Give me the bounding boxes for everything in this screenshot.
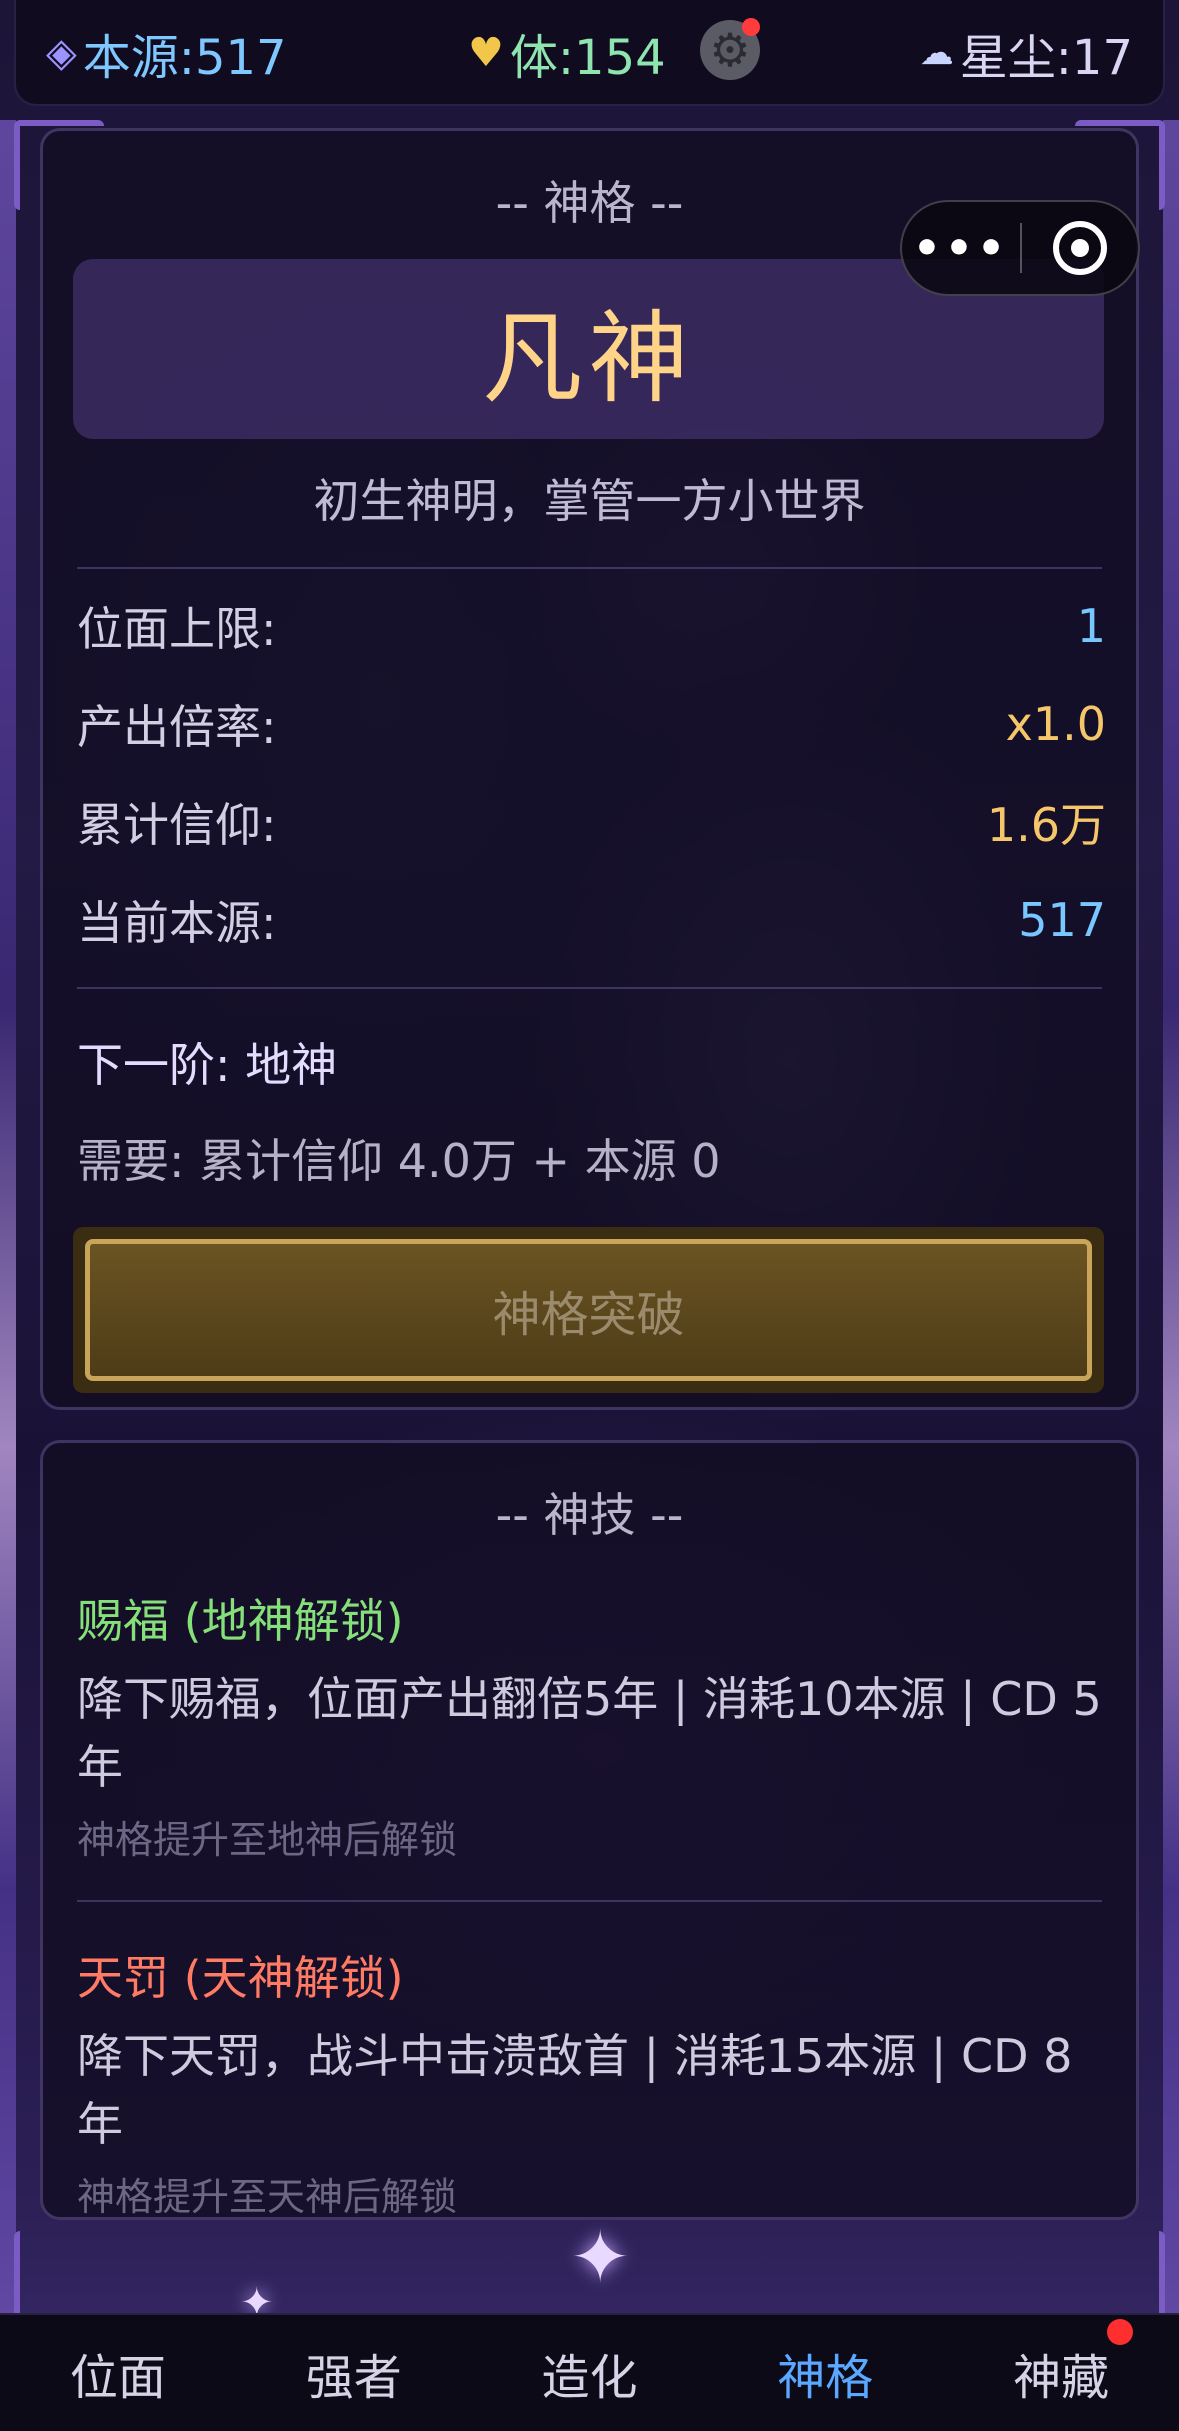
stardust-value: 星尘:17	[959, 30, 1133, 86]
close-button[interactable]	[1022, 221, 1138, 275]
more-options-button[interactable]: •••	[902, 223, 1020, 274]
settings-button[interactable]: ⚙	[700, 18, 760, 80]
stat-label: 产出倍率:	[77, 700, 277, 754]
divider	[77, 1900, 1102, 1902]
stat-value: 1	[1076, 599, 1106, 653]
resource-bar: ◈ 本源:517 ♥ 体:154 ⚙ ☁ 星尘:17	[14, 0, 1165, 106]
stat-value: 517	[1018, 893, 1106, 947]
stamina-resource: ♥ 体:154	[468, 18, 666, 88]
frame-corner-ornament	[14, 2231, 104, 2321]
skill-name: 天罚 (天神解锁)	[77, 1951, 404, 2005]
skill-lock-hint: 神格提升至地神后解锁	[77, 1818, 458, 1862]
section-title: -- 神技 --	[495, 1488, 684, 1542]
nav-tab-godhood[interactable]: 神格	[707, 2315, 943, 2431]
skill-name: 赐福 (地神解锁)	[77, 1594, 404, 1648]
nav-tab-treasure[interactable]: 神藏	[943, 2315, 1179, 2431]
stat-row-plane-limit: 位面上限: 1	[43, 577, 1136, 675]
origin-value: 本源:517	[82, 30, 287, 86]
next-rank-label: 下一阶: 地神	[77, 1038, 338, 1092]
stat-label: 当前本源:	[77, 896, 277, 950]
skill-item-punishment: 天罚 (天神解锁) 降下天罚，战斗中击溃敌首 | 消耗15本源 | CD 8年 …	[43, 1942, 1136, 2221]
stats-list: 位面上限: 1 产出倍率: x1.0 累计信仰: 1.6万 当前本源: 517	[43, 577, 1136, 969]
breakthrough-button-frame: 神格突破	[73, 1227, 1104, 1393]
star-dust-icon: ☁	[919, 33, 954, 73]
notification-badge	[1106, 2319, 1133, 2345]
notification-dot	[742, 18, 760, 36]
rank-description: 初生神明，掌管一方小世界	[313, 474, 866, 528]
skill-description: 降下赐福，位面产出翻倍5年 | 消耗10本源 | CD 5年	[77, 1672, 1102, 1794]
mini-program-capsule: •••	[900, 200, 1140, 296]
stat-row-total-faith: 累计信仰: 1.6万	[43, 773, 1136, 871]
stat-value: 1.6万	[986, 798, 1106, 852]
stat-row-output-rate: 产出倍率: x1.0	[43, 675, 1136, 773]
frame-corner-ornament	[1075, 2231, 1165, 2321]
frame-border-left	[0, 120, 16, 2331]
divider	[77, 567, 1102, 569]
stat-label: 位面上限:	[77, 602, 277, 656]
skill-lock-hint: 神格提升至天神后解锁	[77, 2175, 458, 2219]
bottom-nav: 位面 强者 造化 神格 神藏	[0, 2313, 1179, 2431]
skill-item-blessing: 赐福 (地神解锁) 降下赐福，位面产出翻倍5年 | 消耗10本源 | CD 5年…	[43, 1585, 1136, 1864]
divider	[77, 987, 1102, 989]
stat-label: 累计信仰:	[77, 798, 277, 852]
heart-icon: ♥	[468, 30, 504, 76]
rank-name: 凡神	[482, 299, 695, 417]
nav-tab-plane[interactable]: 位面	[0, 2315, 236, 2431]
godhood-panel: -- 神格 -- 凡神 初生神明，掌管一方小世界 位面上限: 1 产出倍率: x…	[40, 128, 1139, 1410]
nav-tab-label: 神藏	[1013, 2350, 1110, 2406]
frame-border-right	[1163, 120, 1179, 2331]
breakthrough-button[interactable]: 神格突破	[85, 1239, 1092, 1381]
stat-value: x1.0	[1005, 697, 1106, 751]
stamina-value: 体:154	[509, 30, 666, 86]
origin-resource: ◈ 本源:517	[46, 18, 287, 88]
close-target-icon	[1052, 221, 1107, 275]
skill-description: 降下天罚，战斗中击溃敌首 | 消耗15本源 | CD 8年	[77, 2029, 1073, 2151]
divine-skills-panel: -- 神技 -- 赐福 (地神解锁) 降下赐福，位面产出翻倍5年 | 消耗10本…	[40, 1440, 1139, 2220]
stat-row-current-origin: 当前本源: 517	[43, 871, 1136, 969]
nav-tab-creation[interactable]: 造化	[472, 2315, 708, 2431]
diamond-icon: ◈	[46, 30, 77, 76]
requirement-text: 需要: 累计信仰 4.0万 + 本源 0	[77, 1134, 721, 1188]
sparkle-icon: ✦	[570, 2215, 631, 2299]
stardust-resource: ☁ 星尘:17	[920, 18, 1133, 88]
nav-tab-powerhouse[interactable]: 强者	[236, 2315, 472, 2431]
